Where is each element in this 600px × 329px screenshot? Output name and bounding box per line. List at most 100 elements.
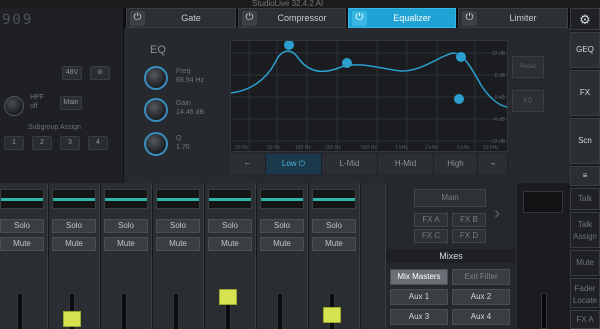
band-lmid-button[interactable]: L-Mid: [322, 154, 378, 174]
power-icon[interactable]: ⏻: [242, 11, 257, 26]
channel-strip: Solo Mute: [308, 183, 360, 329]
subgroup-1-button[interactable]: 1: [4, 136, 24, 150]
window-title-bar: StudioLive 32.4.2 AI: [0, 0, 600, 8]
fader-cap[interactable]: [63, 311, 81, 327]
solo-button[interactable]: Solo: [52, 219, 96, 233]
fx-a-route-button[interactable]: FX A: [414, 213, 448, 227]
power-icon[interactable]: ⏻: [130, 11, 145, 26]
hz-tick-5k: 5 kHz: [457, 145, 470, 151]
channel-strip: [360, 183, 386, 329]
main-route-button[interactable]: Main: [414, 189, 486, 207]
fx-button[interactable]: FX: [570, 70, 600, 116]
mixes-title: Mixes: [386, 249, 516, 263]
freq-label: Freq: [176, 68, 191, 75]
eq-node-high: [454, 94, 464, 104]
talk-assign-button[interactable]: Talk Assign: [570, 212, 600, 248]
gear-icon[interactable]: ⚙: [570, 8, 600, 30]
solo-button[interactable]: Solo: [208, 219, 252, 233]
aux-4-button[interactable]: Aux 4: [452, 309, 510, 325]
fx-d-route-button[interactable]: FX D: [452, 229, 486, 243]
freq-knob[interactable]: [144, 66, 168, 90]
phase-button[interactable]: ⊘: [90, 66, 110, 80]
exit-filter-button[interactable]: Exit Filter: [452, 269, 510, 285]
channel-counter: 909: [2, 12, 34, 28]
aux-1-button[interactable]: Aux 1: [390, 289, 448, 305]
window-title: StudioLive 32.4.2 AI: [252, 0, 324, 8]
solo-button[interactable]: Solo: [156, 219, 200, 233]
subgroup-assign-label: Subgroup Assign: [28, 124, 81, 131]
hz-tick-1k: 1 kHz: [395, 145, 408, 151]
shelf-low-button[interactable]: ⌐: [230, 154, 266, 174]
gain-knob[interactable]: [144, 98, 168, 122]
aux-3-button[interactable]: Aux 3: [390, 309, 448, 325]
power-icon[interactable]: ⏻: [462, 11, 477, 26]
tab-limiter[interactable]: ⏻ Limiter: [458, 8, 568, 28]
aux-2-button[interactable]: Aux 2: [452, 289, 510, 305]
geq-button[interactable]: GEQ: [570, 32, 600, 68]
solo-button[interactable]: Solo: [312, 219, 356, 233]
gain-value: 14.46 dB: [176, 109, 205, 116]
menu-icon[interactable]: ≡: [570, 166, 600, 186]
fader-track[interactable]: [17, 293, 23, 329]
mute-groups-button[interactable]: Mute: [570, 250, 600, 276]
chevron-right-icon[interactable]: ›: [494, 203, 500, 224]
solo-button[interactable]: Solo: [0, 219, 44, 233]
hpf-knob[interactable]: [4, 96, 24, 116]
main-fader-track[interactable]: [541, 293, 547, 329]
channel-strip: Solo Mute: [256, 183, 308, 329]
power-icon[interactable]: ⏻: [299, 159, 305, 168]
q-label: Q: [176, 135, 182, 142]
hz-tick-500: 500 Hz: [361, 145, 377, 151]
fader-cap[interactable]: [219, 289, 237, 305]
main-assign-button[interactable]: Main: [60, 96, 82, 110]
eq-curve-plot[interactable]: 12 dB 6 dB 0 dB -6 dB -12 dB 20 Hz 50 Hz…: [230, 40, 508, 151]
mix-masters-button[interactable]: Mix Masters: [390, 269, 448, 285]
fader-locate-button[interactable]: Fader Locate: [570, 278, 600, 308]
eq-graph[interactable]: 12 dB 6 dB 0 dB -6 dB -12 dB 20 Hz 50 Hz…: [230, 40, 508, 152]
fx-b-route-button[interactable]: FX B: [452, 213, 486, 227]
fx-c-route-button[interactable]: FX C: [414, 229, 448, 243]
fader-cap[interactable]: [323, 307, 341, 323]
tab-label: Equalizer: [393, 13, 431, 23]
main-fader-strip: [516, 183, 570, 329]
mute-button[interactable]: Mute: [0, 237, 44, 251]
fader-track[interactable]: [173, 293, 179, 329]
eq-reset-button[interactable]: Reset: [512, 56, 544, 78]
db-tick-m6: -6 dB: [493, 117, 506, 123]
mute-button[interactable]: Mute: [52, 237, 96, 251]
q-knob[interactable]: [144, 132, 168, 156]
solo-button[interactable]: Solo: [104, 219, 148, 233]
channel-meter: [52, 189, 96, 209]
mute-button[interactable]: Mute: [156, 237, 200, 251]
band-high-button[interactable]: High: [434, 154, 478, 174]
db-tick-12: 12 dB: [492, 51, 506, 57]
shelf-high-button[interactable]: ¬: [478, 154, 508, 174]
eq-mode-button[interactable]: EQ: [512, 90, 544, 112]
mute-button[interactable]: Mute: [312, 237, 356, 251]
fx-a-nav-button[interactable]: FX A: [570, 310, 600, 329]
fader-track[interactable]: [121, 293, 127, 329]
subgroup-4-button[interactable]: 4: [88, 136, 108, 150]
subgroup-3-button[interactable]: 3: [60, 136, 80, 150]
band-low-button[interactable]: Low ⏻: [266, 154, 322, 174]
tab-compressor[interactable]: ⏻ Compressor: [238, 8, 346, 28]
eq-response-curve: [230, 50, 508, 108]
phantom-48v-button[interactable]: 48V: [62, 66, 82, 80]
subgroup-2-button[interactable]: 2: [32, 136, 52, 150]
power-icon[interactable]: ⏻: [352, 11, 367, 26]
mute-button[interactable]: Mute: [208, 237, 252, 251]
tab-gate[interactable]: ⏻ Gate: [126, 8, 236, 28]
mute-button[interactable]: Mute: [104, 237, 148, 251]
scenes-button[interactable]: Scn: [570, 118, 600, 164]
mute-button[interactable]: Mute: [260, 237, 304, 251]
band-hmid-button[interactable]: H-Mid: [378, 154, 434, 174]
solo-button[interactable]: Solo: [260, 219, 304, 233]
fader-track[interactable]: [277, 293, 283, 329]
talk-button[interactable]: Talk: [570, 188, 600, 210]
routing-panel: Main FX A FX B FX C FX D › Mixes Mix Mas…: [386, 183, 516, 329]
channel-meter: [0, 189, 44, 209]
q-value: 1.70: [176, 144, 190, 151]
channel-strip: Solo Mute: [100, 183, 152, 329]
hz-tick-10k: 10 kHz: [483, 145, 499, 151]
tab-equalizer[interactable]: ⏻ Equalizer: [348, 8, 456, 28]
